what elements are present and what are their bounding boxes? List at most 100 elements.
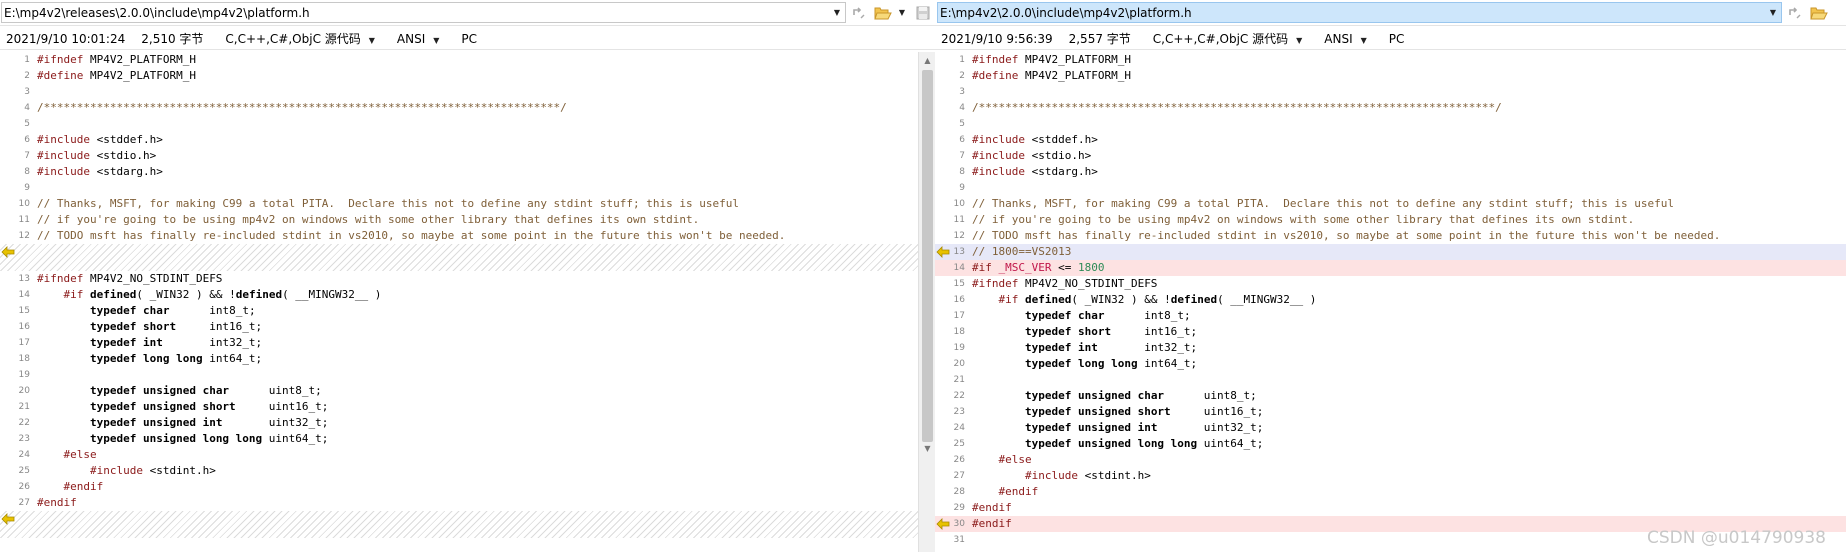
code-token: ( __MINGW32__ ) — [282, 288, 382, 301]
code-line[interactable]: 8 #include <stdarg.h> — [935, 164, 1846, 180]
code-line[interactable]: 3 — [0, 84, 935, 100]
code-line[interactable]: 22 typedef unsigned char uint8_t; — [935, 388, 1846, 404]
line-number: 16 — [953, 295, 965, 305]
code-line[interactable] — [0, 511, 935, 538]
line-number: 7 — [24, 151, 30, 161]
code-line[interactable]: 13 // 1800==VS2013 — [935, 244, 1846, 260]
code-line[interactable]: 28 #endif — [935, 484, 1846, 500]
line-text: typedef unsigned long long uint64_t; — [37, 431, 328, 447]
code-line[interactable]: 24 typedef unsigned int uint32_t; — [935, 420, 1846, 436]
code-line[interactable]: 1 #ifndef MP4V2_PLATFORM_H — [0, 52, 935, 68]
line-text: typedef short int16_t; — [37, 319, 262, 335]
code-line[interactable]: 18 typedef short int16_t; — [935, 324, 1846, 340]
line-text: #if defined( _WIN32 ) && !defined( __MIN… — [37, 287, 382, 303]
left-file-date: 2021/9/10 10:01:24 — [6, 31, 126, 46]
code-line[interactable]: 10 // Thanks, MSFT, for making C99 a tota… — [0, 196, 935, 212]
code-line[interactable]: 21 typedef unsigned short uint16_t; — [0, 399, 935, 415]
code-line[interactable]: 18 typedef long long int64_t; — [0, 351, 935, 367]
code-line[interactable]: 8 #include <stdarg.h> — [0, 164, 935, 180]
left-scroll-thumb[interactable] — [922, 70, 933, 442]
code-line[interactable]: 29 #endif — [935, 500, 1846, 516]
right-path-combobox[interactable]: E:\mp4v2\2.0.0\include\mp4v2\platform.h … — [937, 2, 1782, 23]
code-line[interactable]: 4 /**************************************… — [0, 100, 935, 116]
left-code-view[interactable]: 1 #ifndef MP4V2_PLATFORM_H 2 #define MP4V2_… — [0, 52, 935, 552]
code-line[interactable]: 21 — [935, 372, 1846, 388]
code-line[interactable]: 23 typedef unsigned short uint16_t; — [935, 404, 1846, 420]
code-line[interactable]: 17 typedef char int8_t; — [935, 308, 1846, 324]
code-line[interactable]: 24 #else — [0, 447, 935, 463]
chevron-down-icon[interactable]: ▼ — [1296, 36, 1302, 45]
right-open-button[interactable] — [1808, 2, 1830, 24]
code-line[interactable]: 15 typedef char int8_t; — [0, 303, 935, 319]
code-line[interactable]: 6 #include <stddef.h> — [0, 132, 935, 148]
open-dropdown-icon[interactable]: ▼ — [894, 8, 910, 17]
right-reload-button[interactable] — [1784, 2, 1806, 24]
code-line[interactable]: 11 // if you're going to be using mp4v2 o… — [0, 212, 935, 228]
left-path-text[interactable]: E:\mp4v2\releases\2.0.0\include\mp4v2\pl… — [2, 6, 829, 20]
code-line[interactable]: 16 #if defined( _WIN32 ) && !defined( __… — [935, 292, 1846, 308]
code-line[interactable]: 9 — [935, 180, 1846, 196]
code-line[interactable]: 23 typedef unsigned long long uint64_t; — [0, 431, 935, 447]
left-path-combobox[interactable]: E:\mp4v2\releases\2.0.0\include\mp4v2\pl… — [1, 2, 846, 23]
code-line[interactable]: 7 #include <stdio.h> — [935, 148, 1846, 164]
right-syntax-selector[interactable]: C,C++,C#,ObjC 源代码 ▼ — [1153, 30, 1303, 47]
code-line[interactable]: 5 — [0, 116, 935, 132]
code-line[interactable]: 26 #else — [935, 452, 1846, 468]
open-folder-icon — [1810, 7, 1828, 19]
code-line[interactable]: 6 #include <stddef.h> — [935, 132, 1846, 148]
code-line[interactable]: 2 #define MP4V2_PLATFORM_H — [935, 68, 1846, 84]
scroll-up-icon[interactable]: ▲ — [919, 52, 935, 69]
code-line[interactable]: 1 #ifndef MP4V2_PLATFORM_H — [935, 52, 1846, 68]
code-line[interactable]: 12 // TODO msft has finally re-included s… — [0, 228, 935, 244]
code-token: <stdio.h> — [89, 149, 157, 162]
code-line[interactable]: 16 typedef short int16_t; — [0, 319, 935, 335]
code-line[interactable]: 25 #include <stdint.h> — [0, 463, 935, 479]
chevron-down-icon[interactable]: ▼ — [369, 36, 375, 45]
code-line[interactable]: 11 // if you're going to be using mp4v2 o… — [935, 212, 1846, 228]
code-line[interactable]: 14 #if _MSC_VER <= 1800 — [935, 260, 1846, 276]
code-line[interactable]: 25 typedef unsigned long long uint64_t; — [935, 436, 1846, 452]
code-line[interactable]: 20 typedef long long int64_t; — [935, 356, 1846, 372]
code-line[interactable]: 9 — [0, 180, 935, 196]
code-line[interactable]: 22 typedef unsigned int uint32_t; — [0, 415, 935, 431]
code-token: ( _WIN32 ) && ! — [136, 288, 236, 301]
left-save-button[interactable] — [912, 2, 934, 24]
line-number: 27 — [953, 471, 965, 481]
code-line[interactable]: 2 #define MP4V2_PLATFORM_H — [0, 68, 935, 84]
code-line[interactable]: 13 #ifndef MP4V2_NO_STDINT_DEFS — [0, 271, 935, 287]
right-path-text[interactable]: E:\mp4v2\2.0.0\include\mp4v2\platform.h — [938, 6, 1765, 20]
line-number: 11 — [953, 215, 965, 225]
combo-dropdown-icon[interactable]: ▼ — [829, 8, 845, 17]
chevron-down-icon[interactable]: ▼ — [433, 36, 439, 45]
code-line[interactable]: 20 typedef unsigned char uint8_t; — [0, 383, 935, 399]
line-text: #if _MSC_VER <= 1800 — [972, 260, 1104, 276]
code-line[interactable]: 3 — [935, 84, 1846, 100]
code-line[interactable]: 19 — [0, 367, 935, 383]
code-line[interactable] — [0, 244, 935, 271]
line-text: typedef long long int64_t; — [37, 351, 262, 367]
right-code-view[interactable]: 1 #ifndef MP4V2_PLATFORM_H 2 #define MP4V2_… — [935, 52, 1846, 552]
code-line[interactable]: 17 typedef int int32_t; — [0, 335, 935, 351]
code-line[interactable]: 27 #endif — [0, 495, 935, 511]
combo-dropdown-icon[interactable]: ▼ — [1765, 8, 1781, 17]
line-text: #endif — [37, 479, 104, 495]
code-line[interactable]: 19 typedef int int32_t; — [935, 340, 1846, 356]
code-line[interactable]: 27 #include <stdint.h> — [935, 468, 1846, 484]
code-line[interactable]: 4 /**************************************… — [935, 100, 1846, 116]
code-line[interactable]: 10 // Thanks, MSFT, for making C99 a tota… — [935, 196, 1846, 212]
left-syntax-selector[interactable]: C,C++,C#,ObjC 源代码 ▼ — [225, 30, 375, 47]
code-token: typedef int — [1024, 341, 1098, 354]
code-line[interactable]: 5 — [935, 116, 1846, 132]
code-line[interactable]: 12 // TODO msft has finally re-included s… — [935, 228, 1846, 244]
code-line[interactable]: 26 #endif — [0, 479, 935, 495]
chevron-down-icon[interactable]: ▼ — [1361, 36, 1367, 45]
code-line[interactable]: 7 #include <stdio.h> — [0, 148, 935, 164]
left-encoding-selector[interactable]: ANSI ▼ — [397, 32, 440, 46]
left-vertical-scrollbar[interactable]: ▲ ▼ — [918, 52, 935, 552]
code-line[interactable]: 14 #if defined( _WIN32 ) && !defined( __… — [0, 287, 935, 303]
code-line[interactable]: 15 #ifndef MP4V2_NO_STDINT_DEFS — [935, 276, 1846, 292]
right-encoding-selector[interactable]: ANSI ▼ — [1324, 32, 1367, 46]
left-reload-button[interactable] — [848, 2, 870, 24]
left-open-button[interactable] — [872, 2, 894, 24]
scroll-down-icon[interactable]: ▼ — [919, 440, 935, 457]
